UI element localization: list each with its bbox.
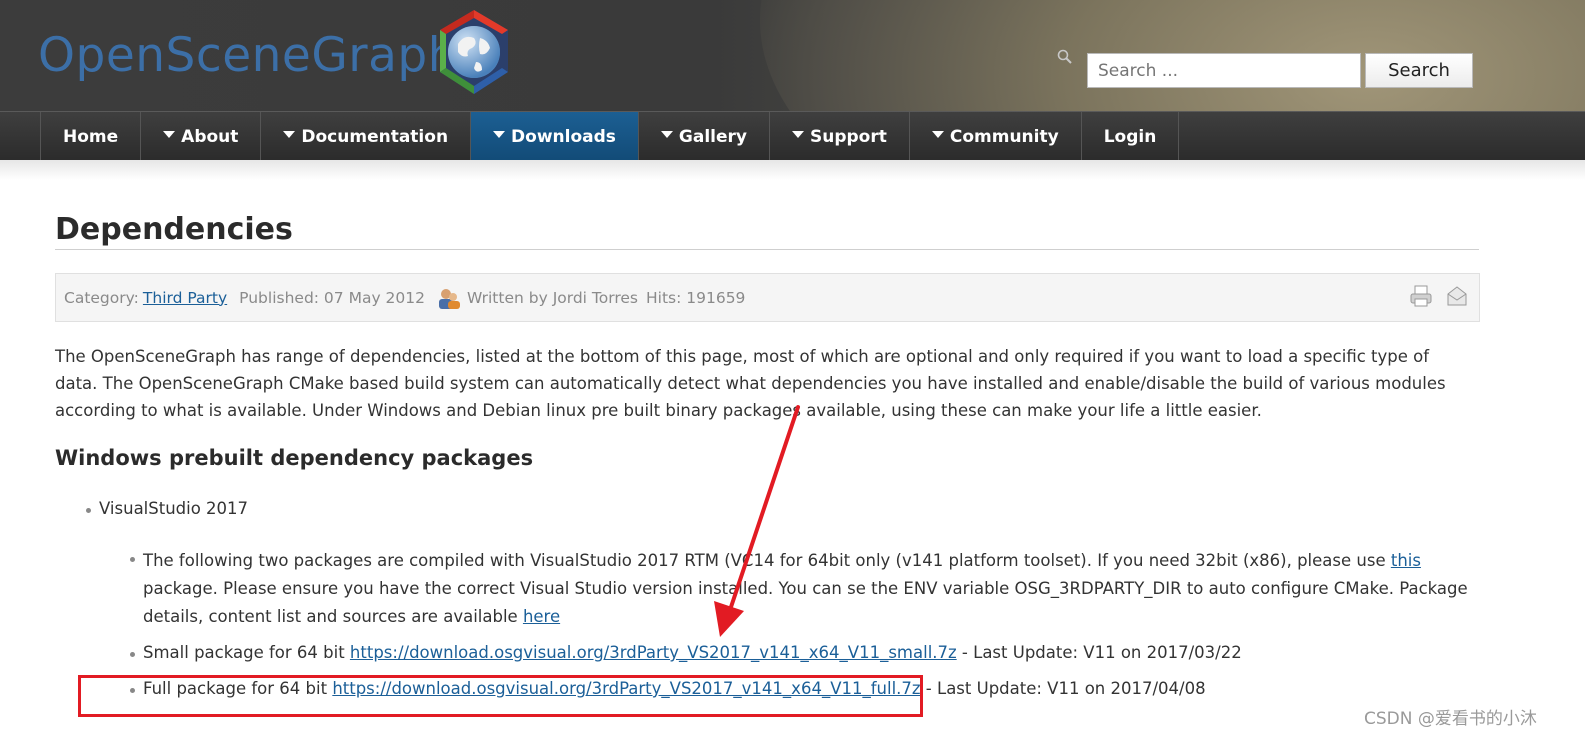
list-item-visualstudio: VisualStudio 2017 — [99, 499, 249, 518]
navbar-shadow — [0, 160, 1585, 180]
search-icon — [1057, 49, 1072, 64]
highlight-box — [78, 675, 923, 717]
section-heading: Windows prebuilt dependency packages — [55, 446, 534, 470]
site-header: OpenSceneGraph Search — [0, 0, 1585, 111]
caret-down-icon — [283, 131, 296, 138]
print-icon[interactable] — [1409, 284, 1433, 308]
author-name: Written by Jordi Torres — [467, 288, 638, 307]
bullet-dot — [86, 508, 91, 513]
small-package-prefix: Small package for 64 bit — [143, 643, 350, 662]
nav-item-downloads[interactable]: Downloads — [470, 112, 638, 161]
caret-down-icon — [931, 131, 944, 138]
nav-item-support[interactable]: Support — [769, 112, 909, 161]
nav-item-label: Gallery — [678, 126, 747, 147]
nav-item-community[interactable]: Community — [908, 112, 1081, 161]
here-link[interactable]: here — [523, 607, 560, 626]
nav-item-gallery[interactable]: Gallery — [637, 112, 769, 161]
nav-item-label: Home — [63, 126, 119, 147]
nav-item-label: Community — [949, 126, 1059, 147]
annotation-arrow — [714, 405, 800, 637]
nav-item-label: About — [181, 126, 239, 147]
caret-down-icon — [660, 131, 673, 138]
caret-down-icon — [792, 131, 804, 138]
article-info-bar: Category: Third Party Published: 07 May … — [55, 273, 1480, 322]
nav-item-login[interactable]: Login — [1080, 112, 1180, 161]
nav-item-about[interactable]: About — [140, 112, 260, 161]
full-package-suffix: - Last Update: V11 on 2017/04/08 — [920, 679, 1206, 698]
title-divider — [55, 249, 1479, 250]
nav-item-documentation[interactable]: Documentation — [260, 112, 470, 161]
small-package-suffix: - Last Update: V11 on 2017/03/22 — [956, 643, 1242, 662]
hits-count: Hits: 191659 — [645, 288, 746, 307]
page-title: Dependencies — [55, 212, 293, 247]
nav-item-label: Support — [810, 126, 887, 147]
caret-down-icon — [493, 131, 506, 138]
search-input[interactable] — [1087, 53, 1361, 88]
note-text-1: The following two packages are compiled … — [143, 551, 775, 570]
category-label: Category: — [64, 288, 139, 307]
globe-logo-icon[interactable] — [436, 8, 512, 98]
search-button[interactable]: Search — [1365, 53, 1473, 88]
list-item-small-package: Small package for 64 bit https://downloa… — [143, 643, 1242, 662]
nav-item-label: Login — [1103, 126, 1157, 147]
this-package-link[interactable]: this — [1391, 551, 1421, 570]
nav-list: Home About Documentation Downloads Gallery Su… — [40, 112, 1180, 161]
nav-item-label: Downloads — [511, 126, 616, 147]
bullet-dot — [130, 652, 135, 657]
small-package-link[interactable]: https://download.osgvisual.org/3rdParty_… — [350, 643, 957, 662]
nav-item-label: Documentation — [301, 126, 449, 147]
category-link[interactable]: Third Party — [143, 289, 227, 307]
nav-item-home[interactable]: Home — [40, 112, 140, 161]
main-navbar: Home About Documentation Downloads Gallery Su… — [0, 111, 1585, 161]
published-date: Published: 07 May 2012 — [239, 288, 425, 307]
email-icon[interactable] — [1445, 284, 1469, 308]
author-icon — [439, 288, 460, 309]
bullet-dot — [130, 557, 135, 562]
caret-down-icon — [163, 131, 176, 138]
watermark-text: CSDN @爱看书的小沐 — [1364, 709, 1537, 729]
site-logo-text[interactable]: OpenSceneGraph — [38, 28, 458, 83]
note-text-1b: for 64bit only (v141 platform toolset). … — [774, 551, 1391, 570]
